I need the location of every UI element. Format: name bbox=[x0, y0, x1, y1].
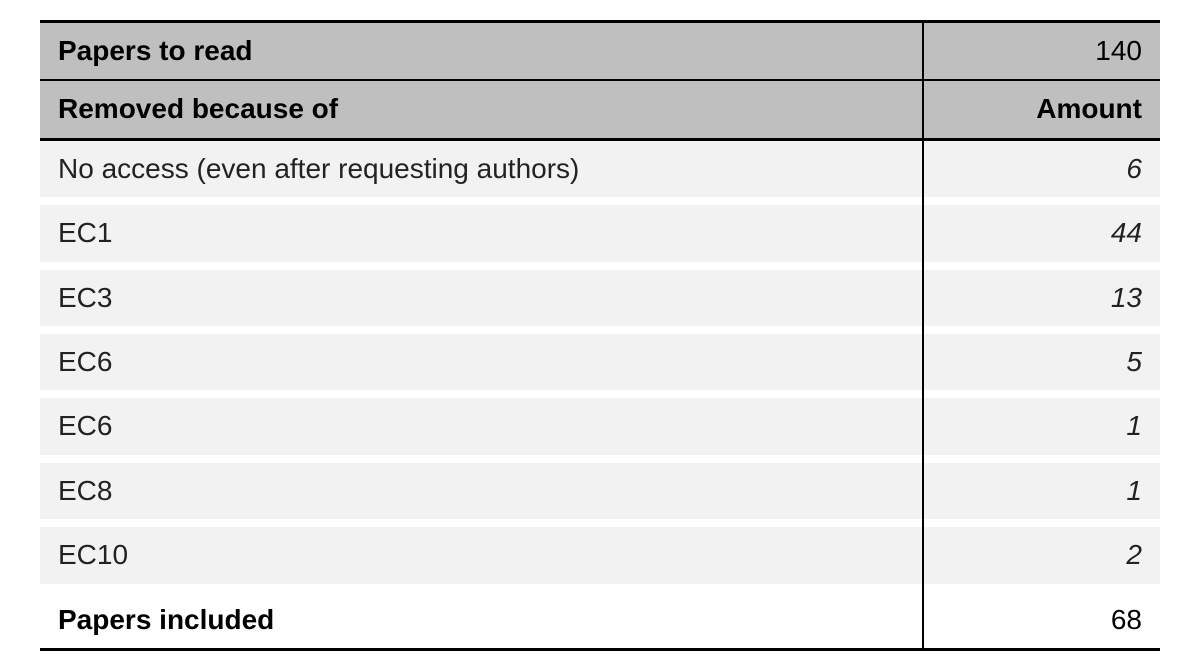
table-row: EC8 1 bbox=[40, 463, 1160, 519]
removed-header-row: Removed because of Amount bbox=[40, 80, 1160, 139]
table-row: EC1 44 bbox=[40, 205, 1160, 261]
removed-amount: 2 bbox=[923, 527, 1160, 583]
removed-header-label: Removed because of bbox=[40, 80, 923, 139]
removed-amount: 1 bbox=[923, 398, 1160, 454]
table-row: EC10 2 bbox=[40, 527, 1160, 583]
table-row: EC3 13 bbox=[40, 270, 1160, 326]
papers-to-read-row: Papers to read 140 bbox=[40, 22, 1160, 81]
removed-reason: EC6 bbox=[40, 398, 923, 454]
removed-reason: EC6 bbox=[40, 334, 923, 390]
table-row: EC6 5 bbox=[40, 334, 1160, 390]
removed-reason: No access (even after requesting authors… bbox=[40, 139, 923, 197]
removed-amount: 44 bbox=[923, 205, 1160, 261]
removed-reason: EC3 bbox=[40, 270, 923, 326]
papers-included-value: 68 bbox=[923, 592, 1160, 650]
removed-amount: 5 bbox=[923, 334, 1160, 390]
table-row: No access (even after requesting authors… bbox=[40, 139, 1160, 197]
removed-reason: EC8 bbox=[40, 463, 923, 519]
papers-included-row: Papers included 68 bbox=[40, 592, 1160, 650]
papers-included-label: Papers included bbox=[40, 592, 923, 650]
papers-to-read-value: 140 bbox=[923, 22, 1160, 81]
removed-header-value: Amount bbox=[923, 80, 1160, 139]
removed-amount: 13 bbox=[923, 270, 1160, 326]
removed-reason: EC1 bbox=[40, 205, 923, 261]
table-row: EC6 1 bbox=[40, 398, 1160, 454]
removed-reason: EC10 bbox=[40, 527, 923, 583]
removed-amount: 6 bbox=[923, 139, 1160, 197]
papers-to-read-label: Papers to read bbox=[40, 22, 923, 81]
papers-filter-table: Papers to read 140 Removed because of Am… bbox=[40, 20, 1160, 651]
removed-amount: 1 bbox=[923, 463, 1160, 519]
